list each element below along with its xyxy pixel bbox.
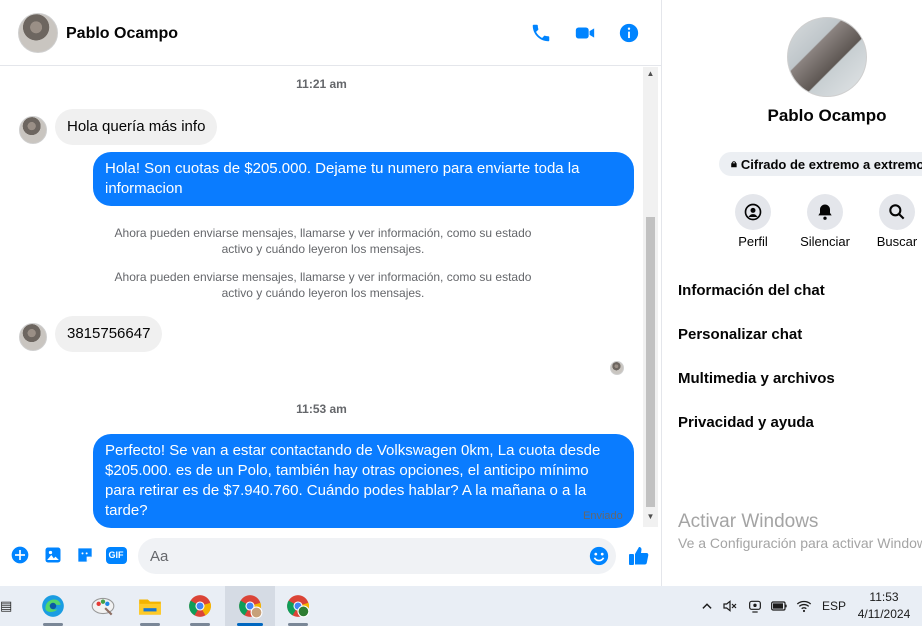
contact-name[interactable]: Pablo Ocampo (66, 25, 178, 43)
sender-avatar[interactable] (19, 323, 47, 351)
volume-muted-icon[interactable] (722, 596, 738, 616)
menu-privacy-help[interactable]: Privacidad y ayuda (678, 414, 814, 431)
chrome-icon-2[interactable] (273, 586, 323, 626)
app-window: Pablo Ocampo 11:21 am Hola quería más in… (0, 0, 922, 626)
lock-icon: 🔒︎ (731, 157, 737, 170)
activation-watermark-subtitle: Ve a Configuración para activar Windows. (678, 535, 922, 551)
contact-avatar[interactable] (18, 13, 58, 53)
clock-time: 11:53 (869, 590, 899, 604)
sender-avatar[interactable] (19, 116, 47, 144)
activation-watermark-title: Activar Windows (678, 511, 819, 532)
message-input[interactable] (138, 538, 616, 574)
action-label: Silenciar (800, 234, 850, 249)
incoming-message[interactable]: Hola quería más info (55, 109, 218, 145)
gif-icon[interactable]: GIF (105, 544, 127, 566)
wifi-icon[interactable] (796, 596, 812, 616)
chrome-icon[interactable] (175, 586, 225, 626)
profile-icon (735, 194, 771, 230)
file-explorer-icon[interactable] (125, 586, 175, 626)
system-notice: Ahora pueden enviarse mensajes, llamarse… (114, 270, 532, 300)
task-view-icon[interactable]: ▤ (0, 598, 12, 614)
message-scrollbar[interactable]: ▲ ▼ (643, 67, 658, 527)
mute-action[interactable]: Silenciar (795, 194, 855, 249)
phone-icon[interactable] (529, 21, 553, 45)
scroll-up-arrow-icon[interactable]: ▲ (646, 70, 655, 78)
timestamp: 11:21 am (296, 77, 347, 91)
incoming-message[interactable]: 3815756647 (55, 316, 163, 352)
system-notice: Ahora pueden enviarse mensajes, llamarse… (114, 226, 532, 256)
taskbar: ▤ ESP 11:53 4/11/2024 (0, 586, 922, 626)
message-status: Enviado (583, 510, 623, 522)
gif-label: GIF (105, 546, 127, 564)
message-list[interactable]: 11:21 am Hola quería más info Hola! Son … (0, 67, 643, 528)
edge-icon[interactable] (28, 586, 78, 626)
outgoing-message[interactable]: Hola! Son cuotas de $205.000. Dejame tu … (93, 152, 634, 206)
action-label: Perfil (738, 234, 768, 249)
sticker-icon[interactable] (74, 544, 96, 566)
menu-customize-chat[interactable]: Personalizar chat (678, 326, 802, 343)
action-label: Buscar (876, 234, 918, 249)
camera-icon[interactable] (747, 596, 763, 616)
search-icon (879, 194, 915, 230)
clock-date: 4/11/2024 (857, 607, 911, 621)
profile-name: Pablo Ocampo (767, 106, 887, 125)
composer: GIF (0, 536, 661, 576)
read-receipt-avatar (610, 361, 624, 375)
menu-media-files[interactable]: Multimedia y archivos (678, 370, 835, 387)
chat-info-pane: Pablo Ocampo 🔒︎ Cifrado de extremo a ext… (662, 0, 922, 586)
chrome-profile-icon[interactable] (225, 586, 275, 626)
bell-icon (807, 194, 843, 230)
scroll-down-arrow-icon[interactable]: ▼ (646, 513, 655, 521)
chat-header: Pablo Ocampo (0, 0, 661, 66)
profile-action[interactable]: Perfil (723, 194, 783, 249)
profile-photo[interactable] (787, 17, 867, 97)
info-icon[interactable] (617, 21, 641, 45)
outgoing-message[interactable]: Perfecto! Se van a estar contactando de … (93, 434, 634, 528)
thumbs-up-icon[interactable] (627, 544, 651, 568)
chevron-up-icon[interactable] (700, 596, 714, 616)
encryption-badge[interactable]: 🔒︎ Cifrado de extremo a extremo (719, 152, 922, 176)
scroll-thumb[interactable] (646, 217, 655, 507)
chat-pane: Pablo Ocampo 11:21 am Hola quería más in… (0, 0, 662, 586)
video-camera-icon[interactable] (573, 21, 597, 45)
system-clock[interactable]: 11:53 4/11/2024 (852, 589, 916, 623)
search-action[interactable]: Buscar (867, 194, 922, 249)
photo-icon[interactable] (42, 544, 64, 566)
battery-icon[interactable] (770, 596, 788, 616)
encryption-label: Cifrado de extremo a extremo (740, 156, 922, 172)
emoji-icon[interactable] (588, 545, 610, 567)
plus-icon[interactable] (9, 544, 31, 566)
paint-icon[interactable] (78, 586, 128, 626)
timestamp: 11:53 am (296, 402, 347, 416)
menu-chat-info[interactable]: Información del chat (678, 282, 825, 299)
language-indicator[interactable]: ESP (822, 596, 846, 616)
